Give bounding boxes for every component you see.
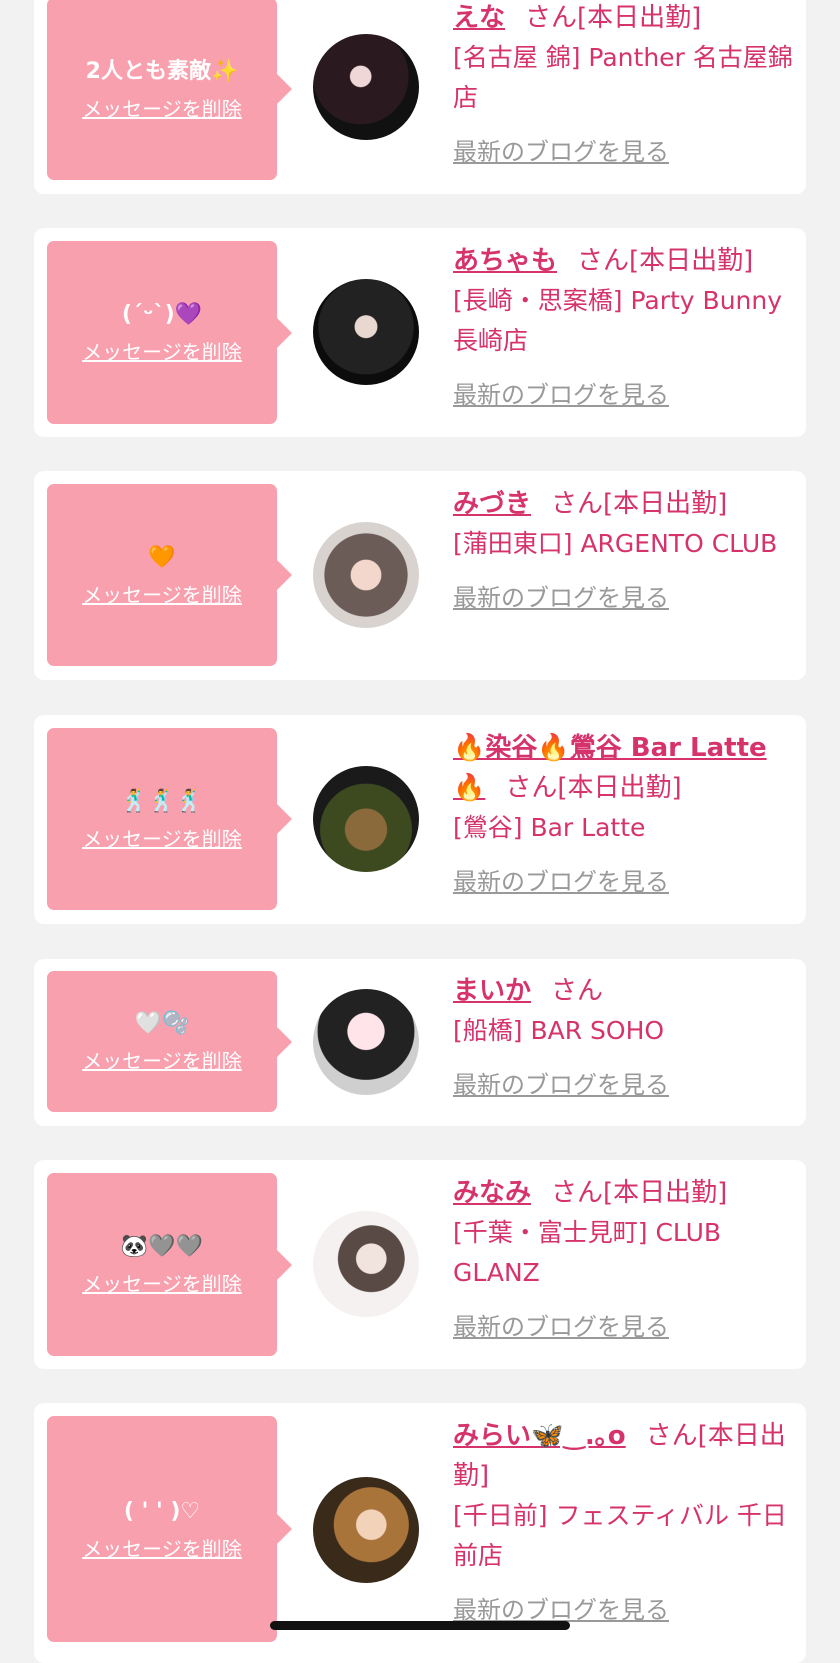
delete-message-link[interactable]: メッセージを削除 xyxy=(82,93,242,122)
message-card: 🤍🫧 メッセージを削除 まいか さん [船橋] BAR SOHO 最新のブログを見… xyxy=(34,959,806,1126)
message-card: 🧡 メッセージを削除 みづき さん[本日出勤] [蒲田東口] ARGENTO CL… xyxy=(34,471,806,680)
attendance-label: さん[本日出勤] xyxy=(525,3,702,33)
cast-name-link[interactable]: みづき xyxy=(453,489,531,519)
cast-name-link[interactable]: えな xyxy=(453,3,505,33)
delete-message-link[interactable]: メッセージを削除 xyxy=(82,1533,242,1562)
message-text: 🧡 xyxy=(148,544,176,570)
message-bubble: (ˊᵕˋ)💜 メッセージを削除 xyxy=(47,241,292,424)
cast-name-link[interactable]: みらい🦋‿.｡o xyxy=(453,1421,626,1451)
message-text: (ˊᵕˋ)💜 xyxy=(121,302,203,327)
attendance-label: さん[本日出勤] xyxy=(551,489,728,519)
attendance-label: さん[本日出勤] xyxy=(551,1178,728,1208)
message-text: 🐼🩶🩶 xyxy=(120,1234,204,1259)
message-bubble: 🕺🕺🕺 メッセージを削除 xyxy=(47,728,292,910)
latest-blog-link[interactable]: 最新のブログを見る xyxy=(453,1065,669,1100)
store-name: [名古屋 錦] Panther 名古屋錦店 xyxy=(453,43,793,112)
attendance-label: さん[本日出勤] xyxy=(505,773,682,803)
delete-message-link[interactable]: メッセージを削除 xyxy=(82,1268,242,1297)
avatar[interactable] xyxy=(313,1211,419,1317)
latest-blog-link[interactable]: 最新のブログを見る xyxy=(453,132,669,167)
latest-blog-link[interactable]: 最新のブログを見る xyxy=(453,375,669,410)
avatar[interactable] xyxy=(313,766,419,872)
message-text: 🤍🫧 xyxy=(134,1011,190,1036)
message-text: 2人とも素敵✨ xyxy=(85,58,239,84)
latest-blog-link[interactable]: 最新のブログを見る xyxy=(453,1590,669,1625)
message-card: 🕺🕺🕺 メッセージを削除 🔥染谷🔥鶯谷 Bar Latte 🔥 さん[本日出勤] … xyxy=(34,715,806,924)
store-name: [千日前] フェスティバル 千日前店 xyxy=(453,1501,787,1570)
message-bubble: 🧡 メッセージを削除 xyxy=(47,484,292,666)
attendance-label: さん[本日出勤] xyxy=(577,246,754,276)
store-name: [蒲田東口] ARGENTO CLUB xyxy=(453,529,778,558)
store-name: [長崎・思案橋] Party Bunny 長崎店 xyxy=(453,286,783,355)
delete-message-link[interactable]: メッセージを削除 xyxy=(82,579,242,608)
delete-message-link[interactable]: メッセージを削除 xyxy=(82,336,242,365)
message-card: 🐼🩶🩶 メッセージを削除 みなみ さん[本日出勤] [千葉・富士見町] CLUB … xyxy=(34,1160,806,1369)
message-bubble: ( ' ' )♡ メッセージを削除 xyxy=(47,1416,292,1642)
latest-blog-link[interactable]: 最新のブログを見る xyxy=(453,578,669,613)
avatar[interactable] xyxy=(313,989,419,1095)
latest-blog-link[interactable]: 最新のブログを見る xyxy=(453,1307,669,1342)
avatar[interactable] xyxy=(313,522,419,628)
home-indicator xyxy=(270,1621,570,1630)
message-bubble: 🤍🫧 メッセージを削除 xyxy=(47,971,292,1112)
avatar[interactable] xyxy=(313,1477,419,1583)
attendance-label: さん xyxy=(551,976,604,1006)
message-card: 2人とも素敵✨ メッセージを削除 えな さん[本日出勤] [名古屋 錦] Pant… xyxy=(34,0,806,194)
store-name: [鶯谷] Bar Latte xyxy=(453,813,646,842)
delete-message-link[interactable]: メッセージを削除 xyxy=(82,1045,242,1074)
message-bubble: 🐼🩶🩶 メッセージを削除 xyxy=(47,1173,292,1356)
message-bubble: 2人とも素敵✨ メッセージを削除 xyxy=(47,0,292,180)
message-text: 🕺🕺🕺 xyxy=(120,788,204,814)
store-name: [船橋] BAR SOHO xyxy=(453,1016,665,1045)
message-text: ( ' ' )♡ xyxy=(123,1498,201,1524)
cast-name-link[interactable]: まいか xyxy=(453,976,531,1006)
latest-blog-link[interactable]: 最新のブログを見る xyxy=(453,862,669,897)
avatar[interactable] xyxy=(313,279,419,385)
message-card: (ˊᵕˋ)💜 メッセージを削除 あちゃも さん[本日出勤] [長崎・思案橋] Pa… xyxy=(34,228,806,437)
cast-name-link[interactable]: あちゃも xyxy=(453,246,557,276)
cast-name-link[interactable]: みなみ xyxy=(453,1178,531,1208)
store-name: [千葉・富士見町] CLUB GLANZ xyxy=(453,1218,722,1287)
delete-message-link[interactable]: メッセージを削除 xyxy=(82,823,242,852)
avatar[interactable] xyxy=(313,34,419,140)
